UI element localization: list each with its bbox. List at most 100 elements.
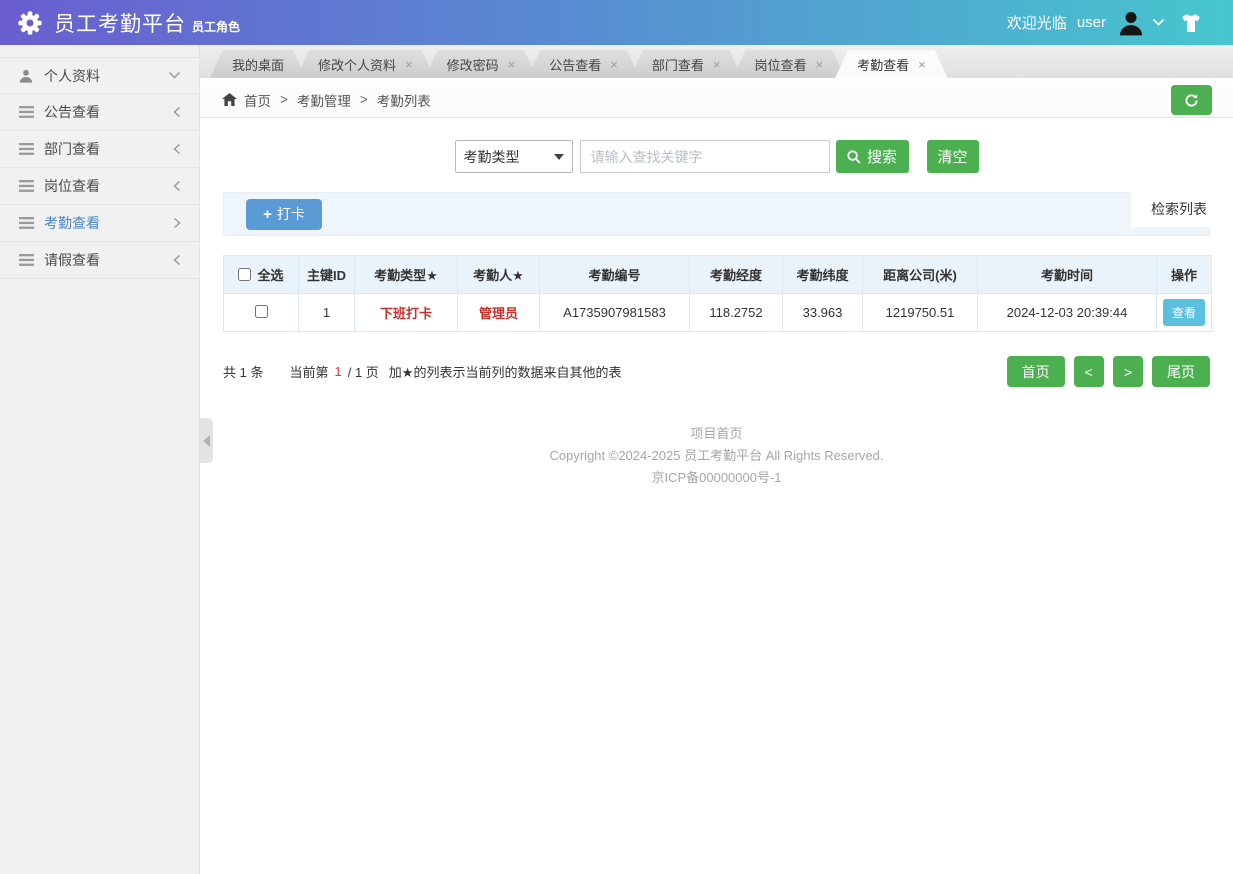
- panel-label: 检索列表: [1131, 192, 1210, 227]
- close-icon[interactable]: ×: [815, 58, 823, 71]
- footer-home-link[interactable]: 项目首页: [223, 423, 1210, 445]
- menu-icon: [18, 217, 34, 229]
- sidebar-item-profile[interactable]: 个人资料: [0, 57, 199, 94]
- breadcrumb-section[interactable]: 考勤管理: [297, 90, 351, 110]
- sidebar-item-announcement[interactable]: 公告查看: [0, 94, 199, 131]
- chevron-left-icon: [173, 180, 181, 192]
- tab-department[interactable]: 部门查看 ×: [630, 50, 743, 78]
- col-person: 考勤人★: [457, 255, 540, 294]
- footer-icp: 京ICP备00000000号-1: [651, 470, 782, 485]
- sidebar-item-label: 个人资料: [44, 67, 100, 84]
- menu-icon: [18, 180, 34, 192]
- sidebar-item-department[interactable]: 部门查看: [0, 131, 199, 168]
- attendance-table: 全选 主键ID 考勤类型★ 考勤人★ 考勤编号 考勤经度 考勤纬度 距离公司(米…: [223, 255, 1212, 332]
- clear-button[interactable]: 清空: [926, 140, 979, 173]
- table-row: 1 下班打卡 管理员 A1735907981583 118.2752 33.96…: [223, 293, 1212, 332]
- gear-icon: [16, 9, 44, 37]
- select-all-label: 全选: [257, 268, 284, 283]
- sidebar: 个人资料 公告查看 部门查看 岗位查看 考勤查看 请假查看: [0, 45, 200, 874]
- close-icon[interactable]: ×: [918, 58, 926, 71]
- current-page-number: 1: [334, 364, 342, 379]
- breadcrumb-home[interactable]: 首页: [244, 90, 271, 110]
- view-button[interactable]: 查看: [1162, 299, 1205, 326]
- chevron-down-icon: [168, 71, 181, 80]
- total-count: 共 1 条: [223, 365, 264, 380]
- search-button[interactable]: 搜索: [835, 140, 909, 173]
- sidebar-item-leave[interactable]: 请假查看: [0, 242, 199, 279]
- col-latitude: 考勤纬度: [782, 255, 863, 294]
- pagination: 共 1 条 当前第 1 / 1 页 加★的列表示当前列的数据来自其他的表 首页 …: [223, 356, 1210, 387]
- attendance-type-select[interactable]: 考勤类型: [454, 140, 573, 173]
- tab-position[interactable]: 岗位查看 ×: [732, 50, 845, 78]
- tab-announcement[interactable]: 公告查看 ×: [527, 50, 640, 78]
- tab-label: 公告查看: [549, 57, 602, 73]
- avatar[interactable]: [1118, 10, 1144, 36]
- tab-attendance[interactable]: 考勤查看 ×: [835, 50, 948, 78]
- cell-time: 2024-12-03 20:39:44: [977, 293, 1157, 332]
- sidebar-item-label: 公告查看: [44, 104, 100, 120]
- chevron-left-icon: [173, 143, 181, 155]
- shirt-icon[interactable]: [1179, 13, 1203, 33]
- last-page-button[interactable]: 尾页: [1152, 356, 1210, 387]
- tab-label: 岗位查看: [754, 57, 807, 73]
- table-header-row: 全选 主键ID 考勤类型★ 考勤人★ 考勤编号 考勤经度 考勤纬度 距离公司(米…: [223, 255, 1212, 294]
- chevron-down-icon[interactable]: [1152, 18, 1165, 27]
- main-area: 我的桌面 修改个人资料 × 修改密码 × 公告查看 × 部门查看 × 岗位查看 …: [200, 45, 1233, 874]
- role-badge: 员工角色: [192, 20, 241, 34]
- first-page-button[interactable]: 首页: [1006, 356, 1065, 387]
- search-input[interactable]: [579, 140, 830, 173]
- sidebar-item-label: 考勤查看: [44, 215, 100, 231]
- select-all-checkbox[interactable]: [238, 268, 252, 281]
- plus-icon: +: [263, 205, 272, 223]
- chevron-left-icon: [173, 254, 181, 266]
- tab-change-password[interactable]: 修改密码 ×: [425, 50, 538, 78]
- col-time: 考勤时间: [977, 255, 1157, 294]
- app-title: 员工考勤平台: [54, 12, 186, 36]
- cell-latitude: 33.963: [782, 293, 863, 332]
- close-icon[interactable]: ×: [508, 58, 516, 71]
- col-id: 主键ID: [298, 255, 355, 294]
- cell-longitude: 118.2752: [689, 293, 783, 332]
- cell-type: 下班打卡: [354, 293, 458, 332]
- chevron-left-icon: [173, 106, 181, 118]
- current-page-text: 当前第 1 / 1 页: [289, 362, 378, 381]
- menu-icon: [18, 254, 34, 266]
- col-distance: 距离公司(米): [862, 255, 978, 294]
- close-icon[interactable]: ×: [713, 58, 721, 71]
- refresh-button[interactable]: [1171, 85, 1212, 115]
- cell-person: 管理员: [457, 293, 540, 332]
- close-icon[interactable]: ×: [405, 58, 413, 71]
- layout: 个人资料 公告查看 部门查看 岗位查看 考勤查看 请假查看 我的桌面 修改个人资…: [0, 45, 1233, 874]
- next-page-button[interactable]: >: [1112, 356, 1143, 387]
- search-row: 考勤类型 搜索 清空: [223, 140, 1210, 173]
- tab-label: 修改密码: [446, 57, 499, 73]
- footer-copyright: Copyright ©2024-2025 员工考勤平台 All Rights R…: [549, 448, 884, 463]
- tab-label: 我的桌面: [232, 57, 285, 73]
- tab-desktop[interactable]: 我的桌面: [210, 50, 306, 78]
- sidebar-collapse-handle[interactable]: [200, 418, 213, 463]
- prev-page-button[interactable]: <: [1073, 356, 1104, 387]
- content: 考勤类型 搜索 清空: [200, 118, 1233, 874]
- tab-edit-profile[interactable]: 修改个人资料 ×: [296, 50, 435, 78]
- chevron-right-icon: [173, 217, 181, 229]
- close-icon[interactable]: ×: [610, 58, 618, 71]
- breadcrumb-separator: >: [280, 92, 288, 107]
- punch-in-label: 打卡: [276, 206, 305, 222]
- header-right: 欢迎光临 user: [1007, 10, 1203, 36]
- sidebar-item-label: 部门查看: [44, 141, 100, 157]
- cell-code: A1735907981583: [539, 293, 690, 332]
- app-header: 员工考勤平台 员工角色 欢迎光临 user: [0, 0, 1233, 45]
- page-footer: 项目首页 Copyright ©2024-2025 员工考勤平台 All Rig…: [223, 423, 1210, 489]
- sidebar-item-attendance[interactable]: 考勤查看: [0, 205, 199, 242]
- col-type: 考勤类型★: [354, 255, 458, 294]
- user-icon: [18, 69, 34, 83]
- tab-label: 考勤查看: [857, 57, 910, 73]
- tabbar: 我的桌面 修改个人资料 × 修改密码 × 公告查看 × 部门查看 × 岗位查看 …: [200, 45, 1233, 78]
- sidebar-item-position[interactable]: 岗位查看: [0, 168, 199, 205]
- row-checkbox[interactable]: [254, 304, 268, 318]
- type-select-wrap: 考勤类型: [454, 140, 573, 173]
- pager-buttons: 首页 < > 尾页: [1006, 356, 1210, 387]
- sidebar-item-label: 请假查看: [44, 252, 100, 268]
- toolbar: + 打卡 检索列表: [223, 192, 1210, 236]
- punch-in-button[interactable]: + 打卡: [246, 198, 322, 230]
